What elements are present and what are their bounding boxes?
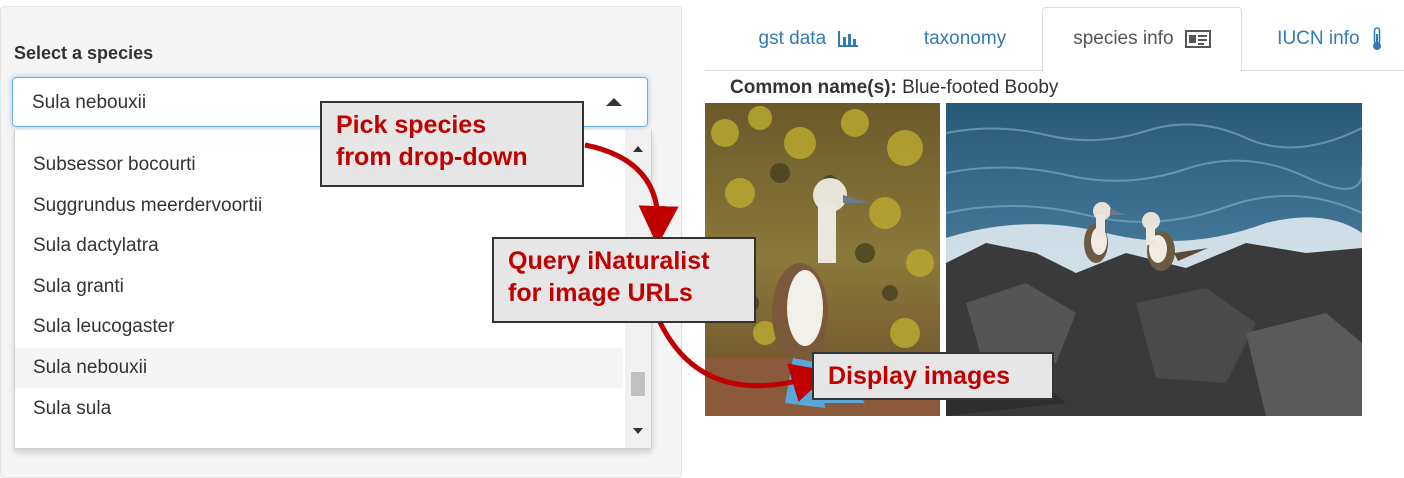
annotation-line: from drop-down — [336, 143, 528, 171]
annotation-line: for image URLs — [508, 279, 693, 307]
annotation-line: Pick species — [336, 111, 487, 139]
flow-arrows — [584, 142, 832, 402]
annotation-display-images: Display images — [812, 352, 1054, 400]
annotation-line: Query iNaturalist — [508, 247, 710, 275]
annotation-line: Display images — [828, 362, 1011, 390]
annotation-pick-species: Pick species from drop-down — [320, 101, 584, 187]
annotation-query-inaturalist: Query iNaturalist for image URLs — [492, 237, 756, 323]
